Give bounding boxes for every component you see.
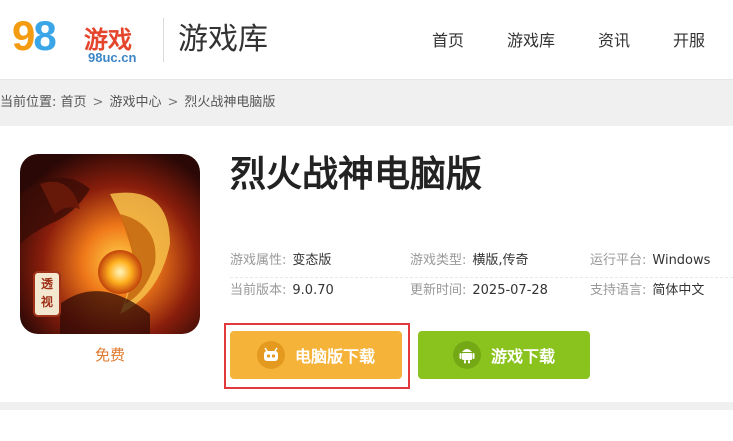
breadcrumb-separator: > [92, 95, 104, 110]
info-row: 游戏属性: 变态版 游戏类型: 横版,传奇 运行平台: Windows [230, 248, 733, 278]
info-value: 简体中文 [652, 283, 705, 298]
breadcrumb-home[interactable]: 首页 [61, 95, 87, 110]
info-value: Windows [652, 253, 711, 268]
info-genre: 游戏类型: 横版,传奇 [410, 252, 529, 270]
lower-card [0, 410, 733, 441]
section-title: 游戏库 [178, 22, 268, 57]
info-row: 当前版本: 9.0.70 更新时间: 2025-07-28 支持语言: 简体中文 [230, 278, 733, 308]
game-download-label: 游戏下载 [490, 347, 555, 366]
pc-download-label: 电脑版下载 [294, 347, 375, 366]
info-update-time: 更新时间: 2025-07-28 [410, 282, 548, 300]
breadcrumb-separator: > [167, 95, 179, 110]
breadcrumb-prefix: 当前位置: [0, 95, 57, 110]
nav-item-home[interactable]: 首页 [432, 30, 464, 52]
logo-number: 98 [12, 12, 57, 60]
logo-digit-eight: 8 [33, 12, 56, 59]
breadcrumb-game-center[interactable]: 游戏中心 [109, 95, 161, 110]
info-value: 横版,传奇 [472, 253, 529, 268]
info-version: 当前版本: 9.0.70 [230, 282, 334, 300]
info-key: 更新时间: [410, 283, 467, 298]
main-nav: 首页 游戏库 资讯 开服 [432, 30, 705, 52]
info-value: 2025-07-28 [472, 283, 548, 298]
price-label: 免费 [94, 346, 125, 364]
info-key: 游戏属性: [230, 253, 287, 268]
info-attribute: 游戏属性: 变态版 [230, 252, 331, 270]
nav-item-game-library[interactable]: 游戏库 [507, 30, 555, 52]
info-key: 运行平台: [590, 253, 647, 268]
pc-download-button[interactable]: 电脑版下载 [230, 331, 402, 379]
site-header: 98 游戏 98uc.cn 游戏库 首页 游戏库 资讯 开服 [0, 0, 733, 80]
robot-icon [256, 341, 285, 369]
game-detail-card: 透视 免费 烈火战神电脑版 游戏属性: 变态版 游戏类型: 横版,传奇 运行平台: W… [0, 126, 733, 402]
breadcrumb: 当前位置: 首页 > 游戏中心 > 烈火战神电脑版 [0, 94, 275, 112]
nav-item-news[interactable]: 资讯 [598, 30, 630, 52]
icon-stamp-text: 透视 [40, 277, 53, 309]
info-platform: 运行平台: Windows [590, 252, 710, 270]
game-title: 烈火战神电脑版 [230, 154, 483, 195]
info-value: 变态版 [292, 253, 332, 268]
nav-item-servers[interactable]: 开服 [673, 30, 705, 52]
site-logo[interactable]: 98 游戏 98uc.cn [12, 12, 152, 68]
game-info-table: 游戏属性: 变态版 游戏类型: 横版,传奇 运行平台: Windows 当前版本: 9.… [230, 248, 733, 308]
android-icon [452, 341, 481, 369]
breadcrumb-current: 烈火战神电脑版 [184, 95, 276, 110]
info-key: 当前版本: [230, 283, 287, 298]
logo-domain: 98uc.cn [88, 50, 137, 65]
info-key: 游戏类型: [410, 253, 467, 268]
info-key: 支持语言: [590, 283, 647, 298]
info-value: 9.0.70 [292, 283, 334, 298]
game-icon: 透视 [20, 154, 200, 334]
game-download-button[interactable]: 游戏下载 [418, 331, 590, 379]
info-language: 支持语言: 简体中文 [590, 282, 704, 300]
logo-digit-nine: 9 [12, 12, 35, 59]
header-divider [163, 18, 164, 62]
